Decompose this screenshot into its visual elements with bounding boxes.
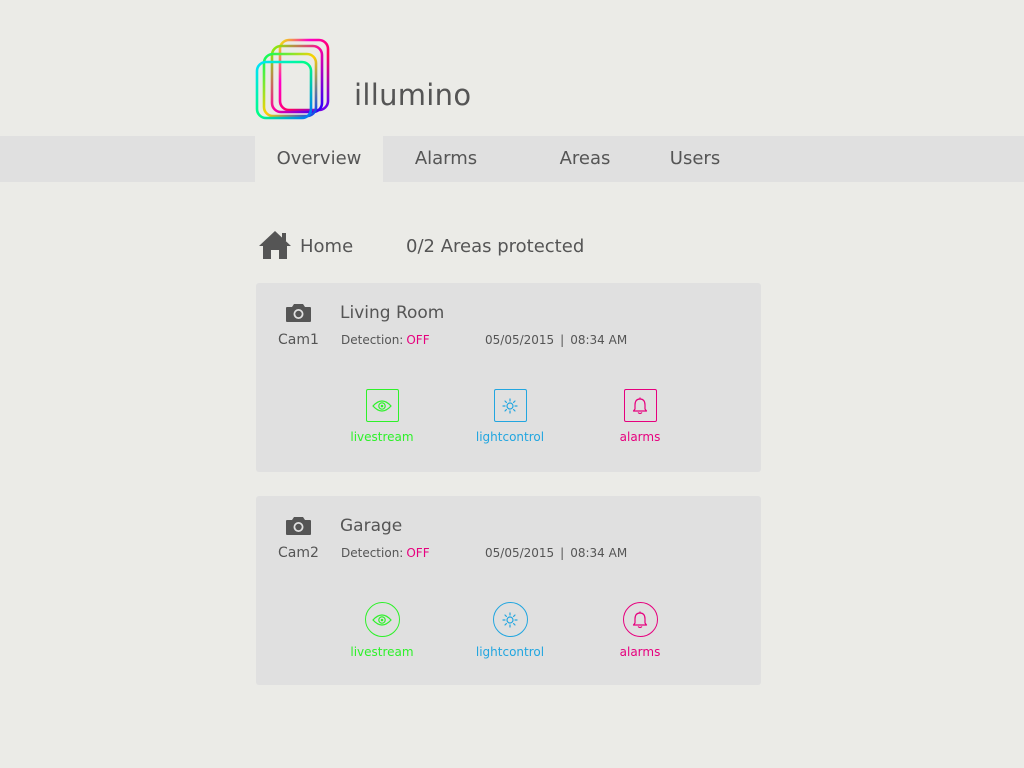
livestream-box bbox=[364, 602, 400, 637]
eye-icon bbox=[372, 613, 392, 626]
alarms-box bbox=[622, 602, 658, 637]
livestream-label: livestream bbox=[350, 430, 414, 444]
time: 08:34 AM bbox=[570, 333, 628, 347]
camera-icon bbox=[286, 517, 311, 535]
bell-icon bbox=[632, 611, 648, 628]
timestamp: 05/05/2015 | 08:34 AM bbox=[485, 333, 627, 347]
main-nav: Overview Alarms Areas Users bbox=[0, 136, 1024, 182]
lightcontrol-button[interactable]: lightcontrol bbox=[465, 602, 555, 659]
livestream-button[interactable]: livestream bbox=[337, 602, 427, 659]
alarms-button[interactable]: alarms bbox=[595, 602, 685, 659]
camera-name: Cam1 bbox=[278, 332, 319, 348]
house-icon bbox=[259, 231, 291, 259]
alarms-box bbox=[623, 389, 657, 422]
bell-icon bbox=[632, 397, 648, 414]
lightcontrol-button[interactable]: lightcontrol bbox=[465, 389, 555, 444]
date: 05/05/2015 bbox=[485, 333, 555, 347]
tab-alarms[interactable]: Alarms bbox=[400, 136, 492, 182]
livestream-label: livestream bbox=[350, 645, 414, 659]
tab-areas[interactable]: Areas bbox=[540, 136, 630, 182]
tab-overview[interactable]: Overview bbox=[255, 136, 383, 182]
room-name: Garage bbox=[340, 516, 403, 536]
date: 05/05/2015 bbox=[485, 546, 555, 560]
eye-icon bbox=[372, 399, 392, 412]
livestream-button[interactable]: livestream bbox=[337, 389, 427, 444]
lightcontrol-box bbox=[492, 602, 528, 637]
lightcontrol-label: lightcontrol bbox=[475, 645, 545, 659]
detection-status: Detection: OFF bbox=[341, 546, 430, 560]
livestream-box bbox=[365, 389, 399, 422]
lightcontrol-label: lightcontrol bbox=[475, 430, 545, 444]
sun-icon bbox=[502, 611, 518, 628]
camera-icon bbox=[286, 304, 311, 322]
time: 08:34 AM bbox=[570, 546, 628, 560]
separator: | bbox=[560, 546, 565, 560]
room-name: Living Room bbox=[340, 303, 445, 323]
detection-label: Detection: bbox=[341, 333, 404, 347]
areas-protected-status: 0/2 Areas protected bbox=[406, 236, 585, 257]
detection-value[interactable]: OFF bbox=[406, 546, 429, 560]
camera-name: Cam2 bbox=[278, 545, 319, 561]
illumino-logo bbox=[255, 38, 330, 120]
camera-card: Cam1 Living Room Detection: OFF 05/05/201… bbox=[256, 283, 761, 472]
detection-status: Detection: OFF bbox=[341, 333, 430, 347]
alarms-label: alarms bbox=[619, 430, 661, 444]
camera-card: Cam2 Garage Detection: OFF 05/05/2015 | 08:… bbox=[256, 496, 761, 685]
timestamp: 05/05/2015 | 08:34 AM bbox=[485, 546, 627, 560]
alarms-button[interactable]: alarms bbox=[595, 389, 685, 444]
tab-users[interactable]: Users bbox=[655, 136, 735, 182]
brand-name: illumino bbox=[354, 78, 472, 112]
lightcontrol-box bbox=[493, 389, 527, 422]
detection-label: Detection: bbox=[341, 546, 404, 560]
separator: | bbox=[560, 333, 565, 347]
detection-value[interactable]: OFF bbox=[406, 333, 429, 347]
alarms-label: alarms bbox=[619, 645, 661, 659]
home-label[interactable]: Home bbox=[300, 236, 353, 257]
sun-icon bbox=[502, 397, 518, 414]
